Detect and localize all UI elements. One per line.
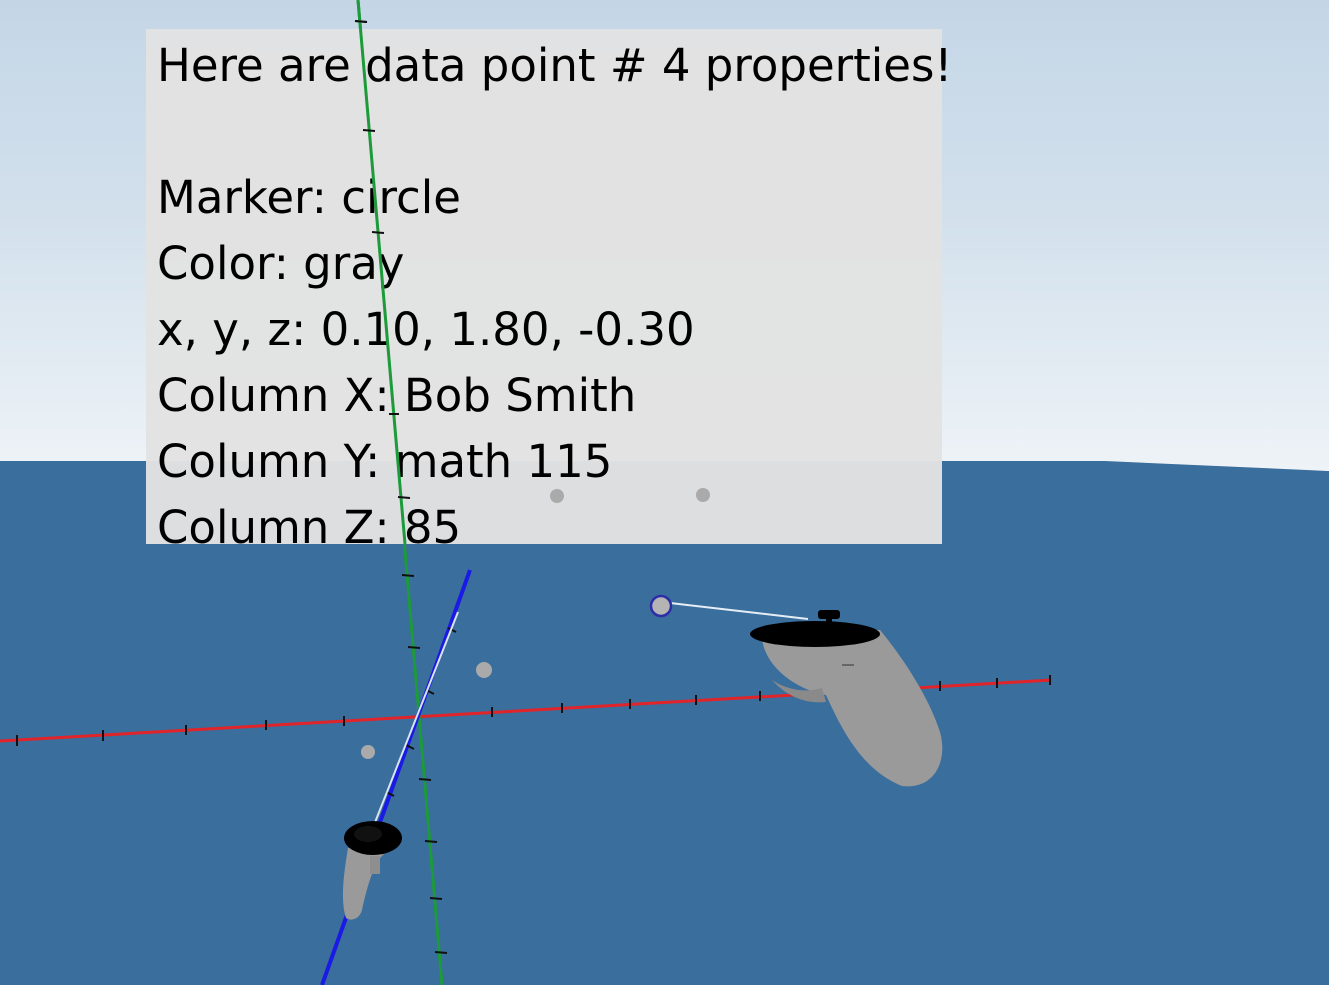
column-y-property: Column Y: math 115 [157,435,613,488]
color-property: Color: gray [157,237,405,290]
coordinates-property: x, y, z: 0.10, 1.80, -0.30 [157,303,695,356]
panel-title: Here are data point # 4 properties! [157,39,953,92]
marker-property: Marker: circle [157,171,461,224]
column-x-property: Column X: Bob Smith [157,369,637,422]
data-point[interactable] [361,745,375,759]
vr-scene: Here are data point # 4 properties! Mark… [0,0,1329,985]
data-point[interactable] [476,662,492,678]
column-z-property: Column Z: 85 [157,501,462,554]
panel-spacer [157,99,942,165]
selected-data-point[interactable] [649,594,673,618]
data-point-properties-panel: Here are data point # 4 properties! Mark… [146,29,953,554]
